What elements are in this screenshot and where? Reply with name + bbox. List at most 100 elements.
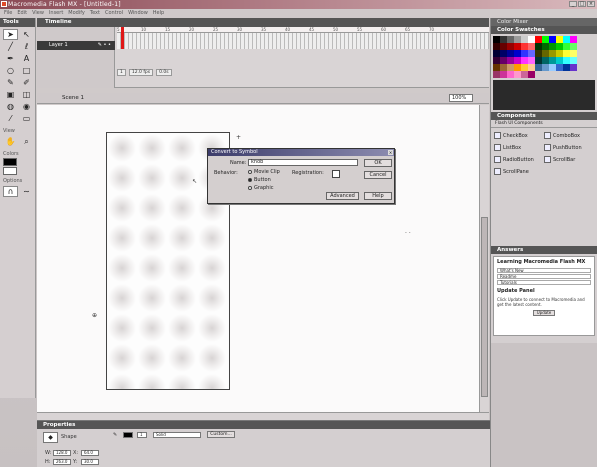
menu-edit[interactable]: Edit	[17, 9, 27, 18]
subselect-tool-icon[interactable]: ↖	[19, 29, 34, 40]
text-tool-icon[interactable]: A	[19, 53, 34, 64]
pen-tool-icon[interactable]: ✒	[3, 53, 18, 64]
scroll-thumb[interactable]	[481, 217, 488, 397]
color-swatch[interactable]	[570, 50, 577, 57]
color-swatch[interactable]	[542, 64, 549, 71]
components-header[interactable]: Components	[491, 112, 597, 120]
stroke-color-swatch[interactable]	[3, 158, 17, 166]
maximize-button[interactable]: □	[578, 1, 586, 7]
x-input[interactable]: 64.0	[81, 450, 99, 456]
oval-tool-icon[interactable]: ○	[3, 65, 18, 76]
color-swatch[interactable]	[549, 43, 556, 50]
color-swatch[interactable]	[556, 43, 563, 50]
advanced-button[interactable]: Advanced	[326, 192, 359, 200]
stroke-width-input[interactable]: 1	[137, 432, 147, 438]
color-swatch[interactable]	[514, 43, 521, 50]
zoom-tool-icon[interactable]: ⌕	[19, 136, 34, 147]
playhead[interactable]	[121, 27, 124, 49]
components-category[interactable]: Flash UI Components	[491, 120, 597, 128]
color-mixer-header[interactable]: Color Mixer	[491, 18, 597, 26]
color-swatch[interactable]	[535, 43, 542, 50]
gradient-swatches[interactable]	[493, 80, 595, 110]
component-pushbutton[interactable]: PushButton	[544, 144, 594, 151]
color-swatch[interactable]	[507, 64, 514, 71]
menu-view[interactable]: View	[32, 9, 44, 18]
symbol-name-input[interactable]: knob	[248, 159, 358, 166]
color-swatch[interactable]	[507, 71, 514, 78]
color-swatch[interactable]	[528, 43, 535, 50]
ink-bottle-tool-icon[interactable]: ◍	[3, 101, 18, 112]
color-swatch[interactable]	[535, 57, 542, 64]
color-swatch[interactable]	[570, 64, 577, 71]
hand-tool-icon[interactable]: ✋	[3, 136, 18, 147]
color-swatch[interactable]	[521, 43, 528, 50]
color-swatch[interactable]	[542, 57, 549, 64]
menu-help[interactable]: Help	[153, 9, 164, 18]
color-swatch[interactable]	[514, 64, 521, 71]
color-swatch[interactable]	[542, 43, 549, 50]
color-swatch[interactable]	[514, 71, 521, 78]
tools-header[interactable]: Tools	[0, 18, 35, 27]
stage-vertical-scrollbar[interactable]	[479, 105, 489, 412]
timeline-header[interactable]: Timeline	[37, 18, 489, 27]
menu-window[interactable]: Window	[128, 9, 148, 18]
menu-text[interactable]: Text	[90, 9, 100, 18]
answers-tutorials[interactable]: Tutorials	[497, 280, 591, 285]
color-swatch[interactable]	[493, 57, 500, 64]
behavior-button-radio[interactable]: Button	[248, 177, 271, 183]
color-swatch[interactable]	[521, 71, 528, 78]
behavior-movie-clip-radio[interactable]: Movie Clip	[248, 169, 280, 175]
color-swatch[interactable]	[493, 43, 500, 50]
color-swatch-grid[interactable]	[493, 36, 595, 78]
color-swatch[interactable]	[556, 36, 563, 43]
help-button[interactable]: Help	[364, 192, 392, 200]
component-checkbox[interactable]: CheckBox	[494, 132, 544, 139]
menu-modify[interactable]: Modify	[68, 9, 85, 18]
arrow-tool-icon[interactable]: ➤	[3, 29, 18, 40]
color-swatch[interactable]	[521, 36, 528, 43]
fill-color-swatch[interactable]	[3, 167, 17, 175]
component-scrollpane[interactable]: ScrollPane	[494, 168, 544, 175]
color-swatch[interactable]	[493, 50, 500, 57]
behavior-graphic-radio[interactable]: Graphic	[248, 185, 273, 191]
snap-magnet-icon[interactable]: ∩	[3, 186, 18, 197]
color-swatch[interactable]	[493, 64, 500, 71]
color-swatch[interactable]	[570, 57, 577, 64]
color-swatch[interactable]	[528, 57, 535, 64]
lasso-tool-icon[interactable]: ℓ	[19, 41, 34, 52]
cancel-button[interactable]: Cancel	[364, 171, 392, 179]
layer-row[interactable]: Layer 1 ✎ • •	[37, 41, 115, 50]
color-swatch[interactable]	[535, 64, 542, 71]
color-swatch[interactable]	[556, 50, 563, 57]
color-swatch[interactable]	[549, 36, 556, 43]
color-swatch[interactable]	[514, 36, 521, 43]
line-tool-icon[interactable]: ╱	[3, 41, 18, 52]
color-swatch[interactable]	[500, 36, 507, 43]
color-swatch[interactable]	[563, 50, 570, 57]
color-swatch[interactable]	[521, 57, 528, 64]
color-swatch[interactable]	[507, 36, 514, 43]
color-swatch[interactable]	[521, 64, 528, 71]
stroke-style-select[interactable]: Solid	[153, 432, 201, 438]
color-swatch[interactable]	[528, 36, 535, 43]
dialog-close-icon[interactable]: ×	[388, 150, 393, 155]
color-swatch[interactable]	[493, 71, 500, 78]
eraser-tool-icon[interactable]: ▭	[19, 113, 34, 124]
color-swatch[interactable]	[563, 43, 570, 50]
minimize-button[interactable]: _	[569, 1, 577, 7]
y-input[interactable]: 30.0	[81, 459, 99, 465]
color-swatch[interactable]	[500, 71, 507, 78]
color-swatch[interactable]	[514, 50, 521, 57]
height-input[interactable]: 263.0	[53, 459, 71, 465]
transform-tool-icon[interactable]: ▣	[3, 89, 18, 100]
color-swatch[interactable]	[507, 43, 514, 50]
answers-header[interactable]: Answers	[491, 246, 597, 254]
paint-bucket-tool-icon[interactable]: ◉	[19, 101, 34, 112]
rectangle-tool-icon[interactable]: □	[19, 65, 34, 76]
zoom-select[interactable]: 100%	[449, 94, 473, 102]
color-swatch[interactable]	[556, 64, 563, 71]
color-swatch[interactable]	[500, 50, 507, 57]
component-scrollbar[interactable]: ScrollBar	[544, 156, 594, 163]
color-swatches-header[interactable]: Color Swatches	[491, 26, 597, 34]
color-swatch[interactable]	[507, 50, 514, 57]
